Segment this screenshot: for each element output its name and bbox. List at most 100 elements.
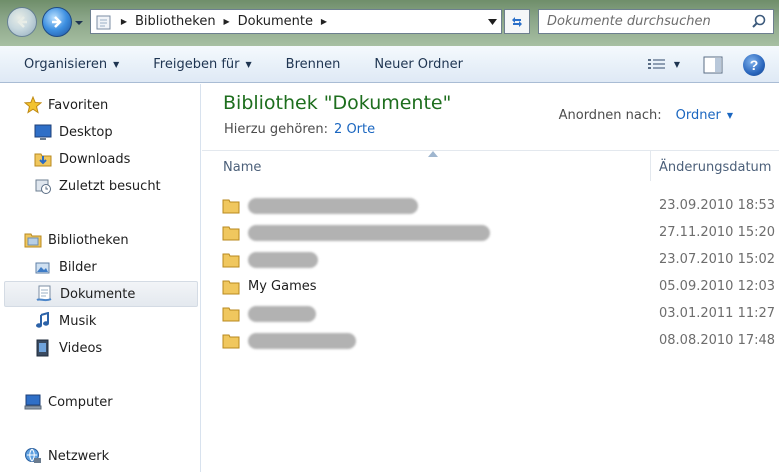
file-row[interactable]: 08.08.2010 17:48 <box>222 327 779 354</box>
preview-pane-button[interactable] <box>701 55 725 75</box>
breadcrumb-separator-icon[interactable]: ▶ <box>119 17 129 26</box>
address-bar-region: ▶ Bibliotheken ▶ Dokumente ▶ <box>0 0 779 46</box>
nav-recent[interactable]: Zuletzt besucht <box>4 173 198 199</box>
view-options-chevron-icon[interactable]: ▼ <box>669 60 685 69</box>
column-header-date[interactable]: Änderungsdatum <box>659 160 771 175</box>
change-view-button[interactable] <box>645 55 669 75</box>
nav-desktop[interactable]: Desktop <box>4 119 198 145</box>
breadcrumb-dokumente[interactable]: Dokumente <box>238 14 313 29</box>
folder-icon <box>222 199 240 213</box>
nav-desktop-label: Desktop <box>59 124 113 140</box>
file-row[interactable]: 27.11.2010 15:20 <box>222 219 779 246</box>
nav-favorites-label: Favoriten <box>48 97 109 113</box>
share-label: Freigeben für <box>153 56 240 72</box>
recent-places-icon <box>34 177 52 195</box>
refresh-icon <box>512 16 522 27</box>
arrange-by-dropdown[interactable]: Ordner <box>676 108 721 123</box>
address-history-chevron-icon[interactable] <box>488 19 497 25</box>
arrow-left-icon <box>17 16 27 28</box>
desktop-icon <box>34 123 52 141</box>
music-library-icon <box>34 312 52 330</box>
computer-icon <box>24 393 42 411</box>
command-toolbar: Organisieren ▼ Freigeben für ▼ Brennen N… <box>0 46 779 83</box>
arrange-by: Anordnen nach: Ordner ▼ <box>559 108 733 123</box>
nav-favorites[interactable]: Favoriten <box>4 92 198 118</box>
file-row[interactable]: 23.09.2010 18:53 <box>222 192 779 219</box>
breadcrumb-separator-icon[interactable]: ▶ <box>222 17 232 26</box>
chevron-down-icon: ▼ <box>245 59 252 69</box>
refresh-button[interactable] <box>504 9 530 34</box>
file-date: 27.11.2010 15:20 <box>659 225 776 240</box>
search-input[interactable] <box>539 14 739 29</box>
sort-ascending-icon <box>428 151 438 157</box>
forward-button[interactable] <box>42 7 72 37</box>
toolbar-right-group: ▼ ? <box>645 46 779 83</box>
nav-downloads[interactable]: Downloads <box>4 146 198 172</box>
documents-library-icon <box>35 285 53 303</box>
file-date: 08.08.2010 17:48 <box>659 333 776 348</box>
nav-videos[interactable]: Videos <box>4 335 198 361</box>
back-button[interactable] <box>7 7 37 37</box>
nav-pictures-label: Bilder <box>59 259 97 275</box>
folder-icon <box>222 226 240 240</box>
nav-recent-label: Zuletzt besucht <box>59 178 161 194</box>
libraries-icon <box>24 231 42 249</box>
redacted-filename <box>248 332 356 349</box>
file-name: My Games <box>248 279 317 294</box>
videos-library-icon <box>34 339 52 357</box>
header-divider <box>202 150 779 151</box>
folder-icon <box>222 307 240 321</box>
address-field[interactable]: ▶ Bibliotheken ▶ Dokumente ▶ <box>90 9 502 34</box>
burn-button[interactable]: Brennen <box>274 46 353 83</box>
file-row[interactable]: 03.01.2011 11:27 <box>222 300 779 327</box>
nav-music[interactable]: Musik <box>4 308 198 334</box>
network-icon <box>24 447 42 465</box>
nav-network-label: Netzwerk <box>48 448 110 464</box>
file-date: 23.09.2010 18:53 <box>659 198 776 213</box>
help-button[interactable]: ? <box>743 53 765 76</box>
new-folder-label: Neuer Ordner <box>374 56 463 72</box>
chevron-down-icon[interactable]: ▼ <box>727 111 733 120</box>
arrange-label: Anordnen nach: <box>558 108 662 123</box>
preview-pane-icon <box>703 56 723 73</box>
column-header-name[interactable]: Name <box>223 160 261 175</box>
search-box[interactable] <box>538 9 774 34</box>
search-icon[interactable] <box>751 14 767 30</box>
share-menu-button[interactable]: Freigeben für ▼ <box>141 46 263 83</box>
nav-downloads-label: Downloads <box>59 151 131 167</box>
includes-label: Hierzu gehören: <box>224 122 329 137</box>
nav-libraries-label: Bibliotheken <box>48 232 129 248</box>
column-divider[interactable] <box>650 151 651 181</box>
breadcrumb-bibliotheken[interactable]: Bibliotheken <box>135 14 216 29</box>
nav-music-label: Musik <box>59 313 97 329</box>
documents-library-icon <box>96 15 111 29</box>
nav-computer-label: Computer <box>48 394 113 410</box>
file-row[interactable]: 23.07.2010 15:02 <box>222 246 779 273</box>
help-icon: ? <box>749 56 759 73</box>
content-pane: Bibliothek "Dokumente" Hierzu gehören: 2 … <box>202 84 779 472</box>
nav-libraries[interactable]: Bibliotheken <box>4 227 198 253</box>
redacted-filename <box>248 305 316 322</box>
breadcrumb-separator-icon[interactable]: ▶ <box>319 17 329 26</box>
library-title: Bibliothek "Dokumente" <box>223 92 452 114</box>
nav-videos-label: Videos <box>59 340 103 356</box>
recent-pages-chevron-icon[interactable] <box>74 18 84 28</box>
includes-locations-link[interactable]: 2 Orte <box>334 122 375 137</box>
redacted-filename <box>248 224 490 241</box>
nav-documents-label: Dokumente <box>60 286 136 302</box>
file-row[interactable]: My Games 05.09.2010 12:03 <box>222 273 779 300</box>
star-icon <box>24 96 42 114</box>
pictures-library-icon <box>34 258 52 276</box>
new-folder-button[interactable]: Neuer Ordner <box>362 46 475 83</box>
nav-computer[interactable]: Computer <box>4 389 198 415</box>
nav-documents[interactable]: Dokumente <box>4 281 198 307</box>
organize-menu-button[interactable]: Organisieren ▼ <box>0 46 131 83</box>
folder-icon <box>222 253 240 267</box>
file-date: 23.07.2010 15:02 <box>659 252 776 267</box>
chevron-down-icon: ▼ <box>113 59 120 69</box>
library-includes: Hierzu gehören: 2 Orte <box>224 122 375 137</box>
nav-pictures[interactable]: Bilder <box>4 254 198 280</box>
folder-icon <box>222 334 240 348</box>
downloads-icon <box>34 150 52 168</box>
nav-network[interactable]: Netzwerk <box>4 443 198 469</box>
